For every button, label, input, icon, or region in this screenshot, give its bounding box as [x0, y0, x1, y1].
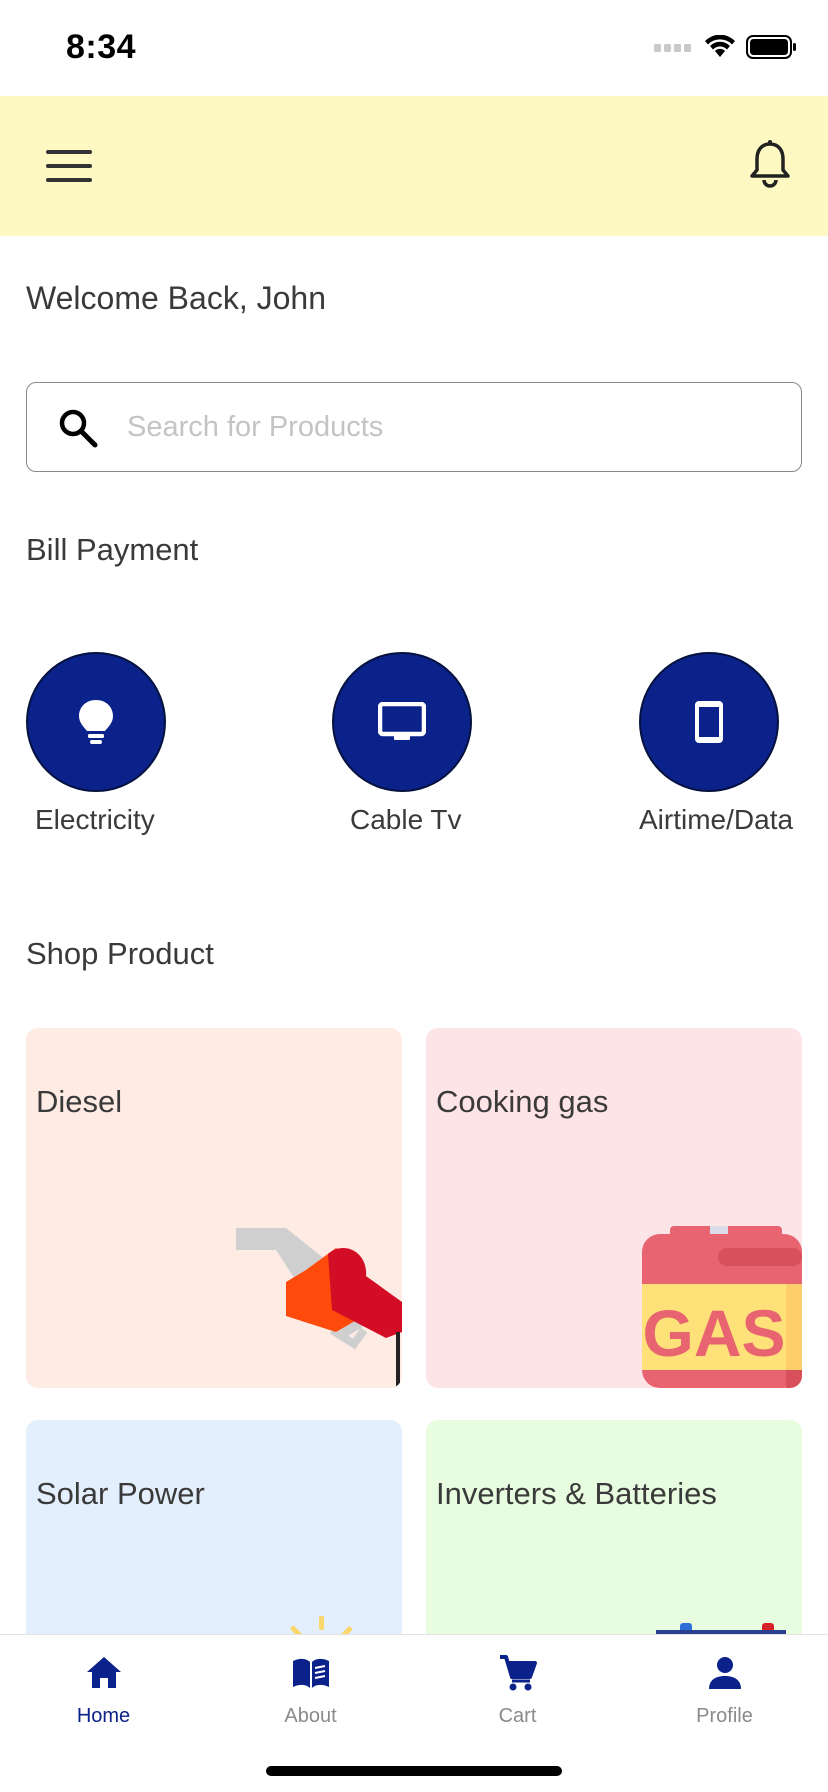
signal-icon — [654, 44, 691, 52]
status-icons — [654, 34, 798, 60]
cart-icon — [499, 1655, 537, 1691]
gas-art-text: GAS — [642, 1296, 785, 1370]
notification-button[interactable] — [748, 140, 792, 188]
cable-tv-label: Cable Tv — [350, 804, 462, 835]
hamburger-menu-icon — [46, 150, 92, 182]
product-label-cooking-gas: Cooking gas — [436, 1084, 609, 1119]
app-header — [0, 96, 828, 236]
airtime-data-label: Airtime/Data — [639, 804, 794, 835]
bell-icon — [750, 140, 790, 188]
battery-icon — [746, 35, 796, 59]
mobile-phone-icon — [695, 701, 723, 743]
gas-cylinder-icon: GAS — [642, 1226, 802, 1388]
electricity-label: Electricity — [35, 804, 155, 835]
wifi-icon — [705, 35, 735, 57]
tab-profile-label: Profile — [696, 1705, 753, 1727]
bill-item-airtime-data[interactable]: Airtime/Data — [639, 652, 809, 852]
airtime-data-button[interactable] — [639, 652, 779, 792]
home-icon — [86, 1657, 121, 1688]
tab-cart[interactable]: Cart — [414, 1653, 621, 1753]
home-indicator — [266, 1766, 562, 1776]
bill-item-electricity[interactable]: Electricity — [26, 652, 196, 852]
product-card-diesel[interactable]: Diesel — [26, 1028, 402, 1388]
tab-about[interactable]: About — [207, 1653, 414, 1753]
product-label-solar-power: Solar Power — [36, 1476, 205, 1511]
search-box[interactable] — [26, 382, 802, 472]
status-bar: 8:34 — [0, 0, 828, 96]
product-card-cooking-gas[interactable]: Cooking gas GAS — [426, 1028, 802, 1388]
search-icon — [59, 409, 98, 448]
tab-about-label: About — [284, 1705, 337, 1727]
tv-icon — [378, 702, 426, 740]
tab-home[interactable]: Home — [0, 1653, 207, 1753]
person-icon — [708, 1657, 741, 1689]
menu-button[interactable] — [46, 146, 94, 186]
shop-product-title: Shop Product — [26, 936, 214, 971]
cable-tv-button[interactable] — [332, 652, 472, 792]
book-icon — [292, 1658, 329, 1688]
lightbulb-icon — [79, 700, 113, 744]
tab-cart-label: Cart — [498, 1705, 537, 1727]
electricity-button[interactable] — [26, 652, 166, 792]
tab-home-label: Home — [76, 1705, 131, 1727]
welcome-text: Welcome Back, John — [26, 280, 326, 316]
sun-icon — [290, 1616, 353, 1636]
bill-item-cable-tv[interactable]: Cable Tv — [332, 652, 502, 852]
search-input[interactable] — [127, 397, 767, 457]
status-time: 8:34 — [66, 28, 137, 66]
fuel-nozzle-icon — [236, 1228, 402, 1388]
product-label-inverters-batteries: Inverters & Batteries — [436, 1476, 717, 1511]
tab-profile[interactable]: Profile — [621, 1653, 828, 1753]
bill-payment-title: Bill Payment — [26, 532, 199, 567]
product-label-diesel: Diesel — [36, 1084, 123, 1119]
